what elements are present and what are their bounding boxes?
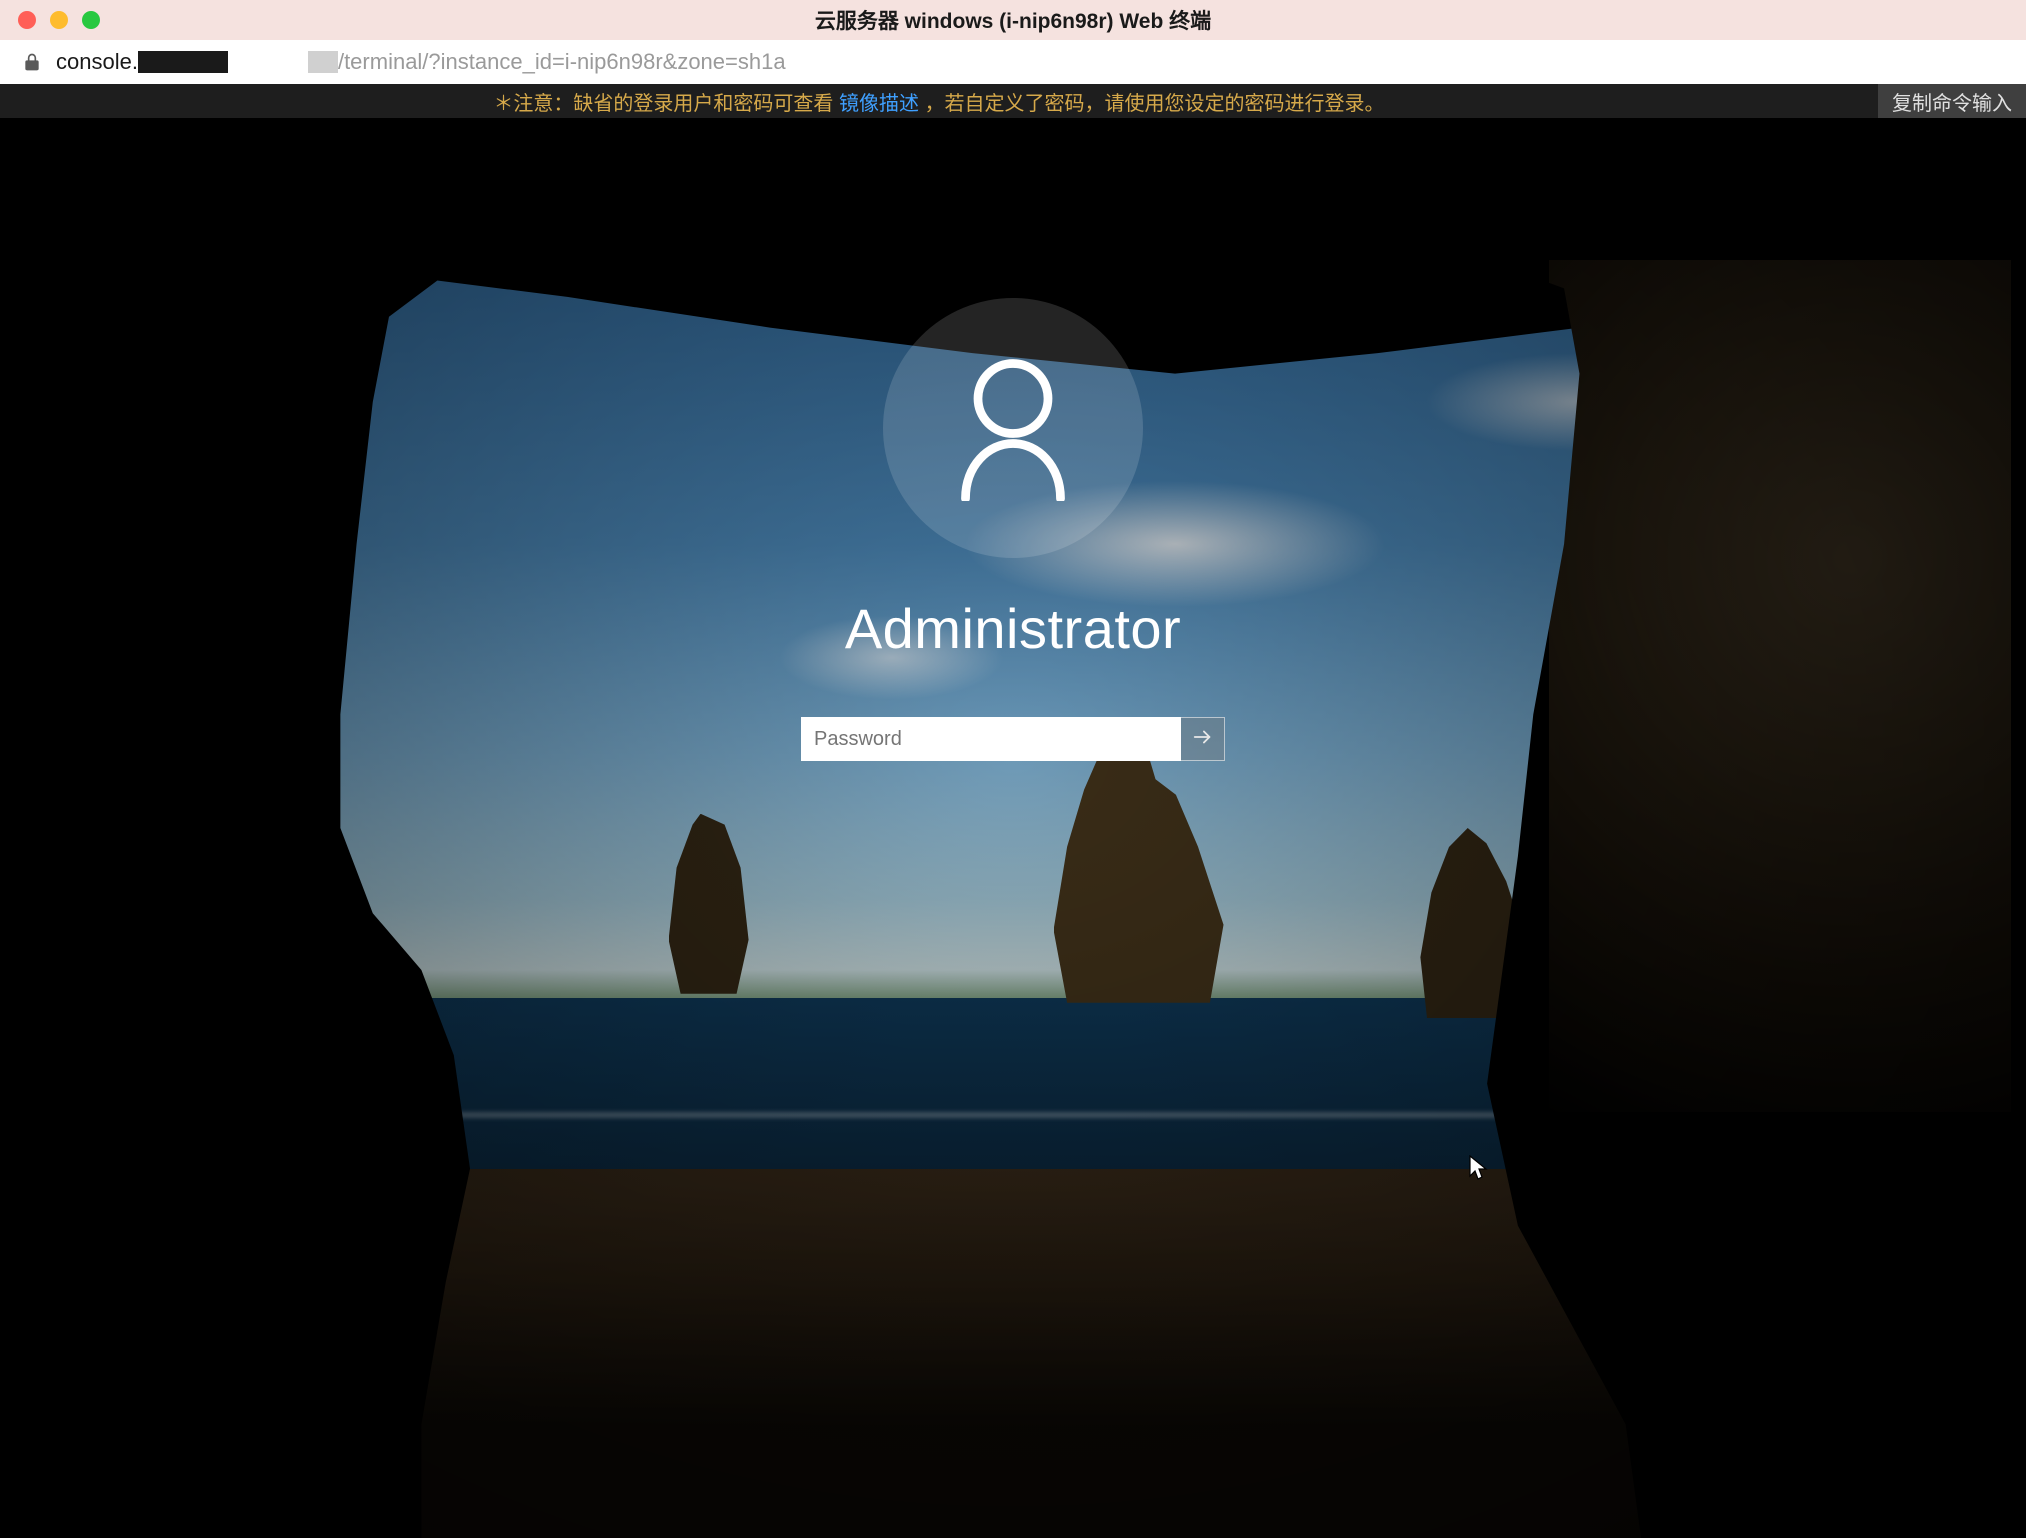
url-host-prefix: console. xyxy=(56,49,138,75)
arrow-right-icon xyxy=(1192,726,1214,753)
remote-desktop-viewport[interactable]: Administrator xyxy=(0,118,2026,1538)
url-path: /terminal/?instance_id=i-nip6n98r&zone=s… xyxy=(338,49,786,75)
copy-command-button[interactable]: 复制命令输入 xyxy=(1878,84,2026,118)
content-area: ＊注意：缺省的登录用户和密码可查看 镜像描述 ，若自定义了密码，请使用您设定的密… xyxy=(0,84,2026,1538)
login-submit-button[interactable] xyxy=(1181,717,1225,761)
password-input[interactable] xyxy=(801,717,1181,761)
lock-icon xyxy=(22,52,42,72)
notice-suffix: ，若自定义了密码，请使用您设定的密码进行登录。 xyxy=(925,93,1385,115)
window-close-button[interactable] xyxy=(18,11,36,29)
notice-prefix: ＊注意：缺省的登录用户和密码可查看 xyxy=(493,93,839,115)
windows-login-screen: Administrator xyxy=(0,118,2026,1538)
password-row xyxy=(801,717,1225,761)
user-icon xyxy=(948,351,1078,506)
image-description-link[interactable]: 镜像描述 xyxy=(839,93,919,115)
url-host-redacted xyxy=(138,51,228,73)
user-avatar xyxy=(883,298,1143,558)
window-zoom-button[interactable] xyxy=(82,11,100,29)
window-title: 云服务器 windows (i-nip6n98r) Web 终端 xyxy=(0,5,2026,35)
window-traffic-lights xyxy=(0,11,100,29)
window-titlebar: 云服务器 windows (i-nip6n98r) Web 终端 xyxy=(0,0,2026,40)
window-minimize-button[interactable] xyxy=(50,11,68,29)
notice-text: ＊注意：缺省的登录用户和密码可查看 镜像描述 ，若自定义了密码，请使用您设定的密… xyxy=(0,87,1878,116)
url-path-redacted xyxy=(308,51,338,73)
browser-window: 云服务器 windows (i-nip6n98r) Web 终端 console… xyxy=(0,0,2026,1538)
login-username: Administrator xyxy=(845,596,1181,661)
browser-addressbar[interactable]: console. /terminal/?instance_id=i-nip6n9… xyxy=(0,40,2026,84)
notice-bar: ＊注意：缺省的登录用户和密码可查看 镜像描述 ，若自定义了密码，请使用您设定的密… xyxy=(0,84,2026,118)
